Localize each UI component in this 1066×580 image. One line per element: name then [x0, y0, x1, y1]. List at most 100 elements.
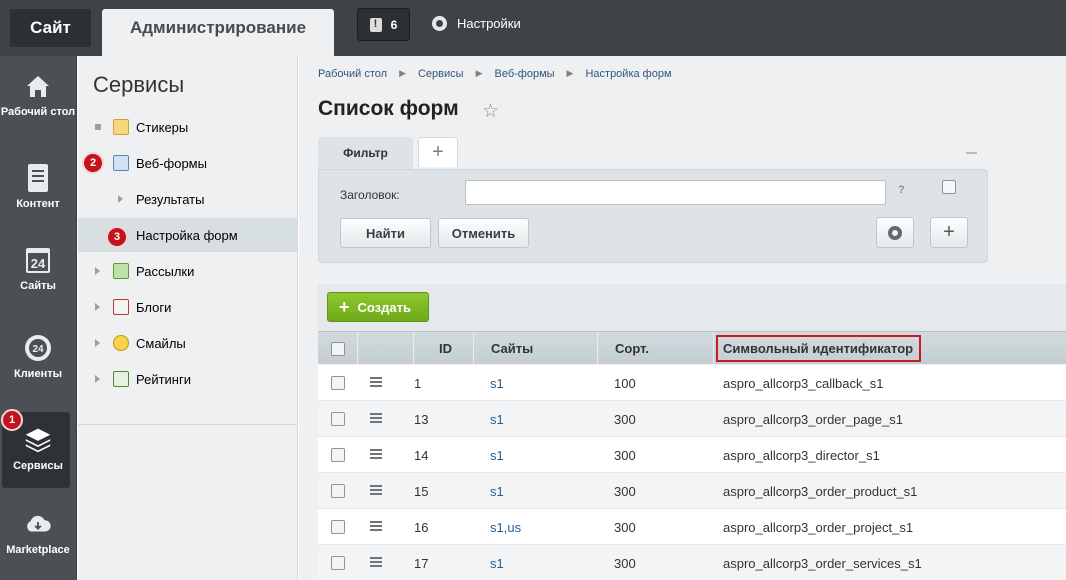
services-item-webforms[interactable]: Веб-формы [78, 146, 297, 180]
breadcrumb-item[interactable]: Рабочий стол [318, 68, 387, 80]
table-row[interactable]: 15 s1 300 aspro_allcorp3_order_product_s… [318, 473, 1066, 509]
cell-sites[interactable]: s1 [490, 412, 504, 427]
breadcrumb-separator-icon: ▶ [566, 68, 574, 78]
services-item-blogs[interactable]: Блоги [78, 290, 297, 324]
breadcrumb-item[interactable]: Настройка форм [585, 68, 671, 80]
blog-icon [113, 299, 129, 315]
cell-id: 14 [414, 448, 429, 463]
row-checkbox[interactable] [331, 448, 345, 462]
layers-icon [24, 426, 52, 454]
table-row[interactable]: 17 s1 300 aspro_allcorp3_order_services_… [318, 545, 1066, 580]
left-menu: Рабочий стол Контент 24 Сайты 24 Клиенты… [0, 56, 77, 580]
favorite-star-icon[interactable]: ☆ [482, 100, 499, 123]
table-row[interactable]: 14 s1 300 aspro_allcorp3_director_s1 [318, 437, 1066, 473]
row-menu-icon[interactable] [370, 557, 382, 567]
expand-arrow-icon [95, 303, 100, 311]
svg-text:24: 24 [32, 344, 44, 355]
gear-icon [432, 16, 447, 31]
cell-sort: 300 [614, 412, 636, 427]
cloud-icon [24, 510, 52, 538]
clients-icon: 24 [24, 334, 52, 362]
top-bar: Сайт Администрирование 6 Настройки [0, 0, 1066, 56]
expand-arrow-icon [95, 339, 100, 347]
notifications-button[interactable]: 6 [357, 8, 410, 41]
left-menu-item-sites[interactable]: 24 Сайты [0, 246, 76, 292]
cell-sites[interactable]: s1 [490, 448, 504, 463]
add-filter-tab-button[interactable]: + [418, 137, 458, 167]
divider [78, 424, 297, 425]
calendar-icon: 24 [24, 246, 52, 274]
left-menu-item-marketplace[interactable]: Marketplace [0, 510, 76, 556]
expand-arrow-icon [118, 195, 123, 203]
row-menu-icon[interactable] [370, 377, 382, 387]
left-menu-item-content[interactable]: Контент [0, 164, 76, 210]
services-item-label: Результаты [136, 192, 205, 207]
left-menu-item-desktop[interactable]: Рабочий стол [0, 72, 76, 118]
select-all-checkbox[interactable] [330, 341, 345, 356]
site-tab[interactable]: Сайт [10, 9, 91, 47]
services-item-label: Стикеры [136, 120, 189, 135]
admin-tab[interactable]: Администрирование [102, 9, 334, 56]
row-menu-icon[interactable] [370, 485, 382, 495]
left-menu-item-clients[interactable]: 24 Клиенты [0, 334, 76, 380]
smile-icon [113, 335, 129, 351]
column-header-code[interactable]: Символьный идентификатор [714, 332, 1066, 365]
minimize-filter-icon[interactable] [966, 152, 977, 154]
table-row[interactable]: 16 s1,us 300 aspro_allcorp3_order_projec… [318, 509, 1066, 545]
document-icon [24, 164, 52, 192]
row-menu-icon[interactable] [370, 521, 382, 531]
cell-id: 17 [414, 556, 429, 571]
services-item-label: Рассылки [136, 264, 195, 279]
row-checkbox[interactable] [331, 484, 345, 498]
services-item-label: Рейтинги [136, 372, 191, 387]
settings-link[interactable]: Настройки [432, 16, 521, 31]
cell-code: aspro_allcorp3_director_s1 [723, 448, 880, 463]
settings-label: Настройки [457, 16, 521, 31]
services-item-label: Веб-формы [136, 156, 207, 171]
cell-sites[interactable]: s1,us [490, 520, 521, 535]
column-header-sites[interactable]: Сайты [474, 332, 598, 365]
notifications-count: 6 [390, 17, 398, 32]
cancel-button[interactable]: Отменить [438, 218, 529, 248]
column-header-sort[interactable]: Сорт. [598, 332, 714, 365]
help-icon[interactable]: ? [898, 184, 905, 196]
services-item-results[interactable]: Результаты [78, 182, 297, 216]
add-filter-field-button[interactable]: + [930, 217, 968, 248]
tab-filter[interactable]: Фильтр [318, 137, 413, 169]
row-checkbox[interactable] [331, 520, 345, 534]
cell-sort: 300 [614, 556, 636, 571]
filter-settings-button[interactable] [876, 217, 914, 248]
breadcrumb-item[interactable]: Сервисы [418, 68, 464, 80]
webform-icon [113, 155, 129, 171]
services-item-stickers[interactable]: Стикеры [78, 110, 297, 144]
cell-sites[interactable]: s1 [490, 556, 504, 571]
column-header-id[interactable]: ID [414, 332, 474, 365]
row-menu-icon[interactable] [370, 413, 382, 423]
step-badge-1: 1 [1, 409, 23, 431]
left-menu-label: Сервисы [13, 460, 63, 472]
create-button[interactable]: + Создать [327, 292, 429, 322]
row-checkbox[interactable] [331, 376, 345, 390]
filter-title-input[interactable] [465, 180, 886, 205]
services-item-mailings[interactable]: Рассылки [78, 254, 297, 288]
services-item-smiles[interactable]: Смайлы [78, 326, 297, 360]
plus-icon: + [339, 297, 350, 317]
table-row[interactable]: 1 s1 100 aspro_allcorp3_callback_s1 [318, 365, 1066, 401]
cell-sites[interactable]: s1 [490, 484, 504, 499]
select-all-cell [318, 332, 358, 365]
expand-arrow-icon [95, 375, 100, 383]
row-checkbox[interactable] [331, 412, 345, 426]
row-menu-icon[interactable] [370, 449, 382, 459]
find-button[interactable]: Найти [340, 218, 431, 248]
gear-icon [888, 225, 902, 240]
services-item-ratings[interactable]: Рейтинги [78, 362, 297, 396]
cell-sites[interactable]: s1 [490, 376, 504, 391]
services-panel: Сервисы Стикеры Веб-формы Результаты Нас… [78, 56, 298, 580]
bullet-icon [95, 124, 101, 130]
svg-text:24: 24 [31, 256, 46, 271]
table-row[interactable]: 13 s1 300 aspro_allcorp3_order_page_s1 [318, 401, 1066, 437]
left-menu-item-services[interactable]: Сервисы [0, 426, 76, 472]
breadcrumb-item[interactable]: Веб-формы [494, 68, 554, 80]
row-checkbox[interactable] [331, 556, 345, 570]
filter-checkbox[interactable] [942, 180, 956, 194]
